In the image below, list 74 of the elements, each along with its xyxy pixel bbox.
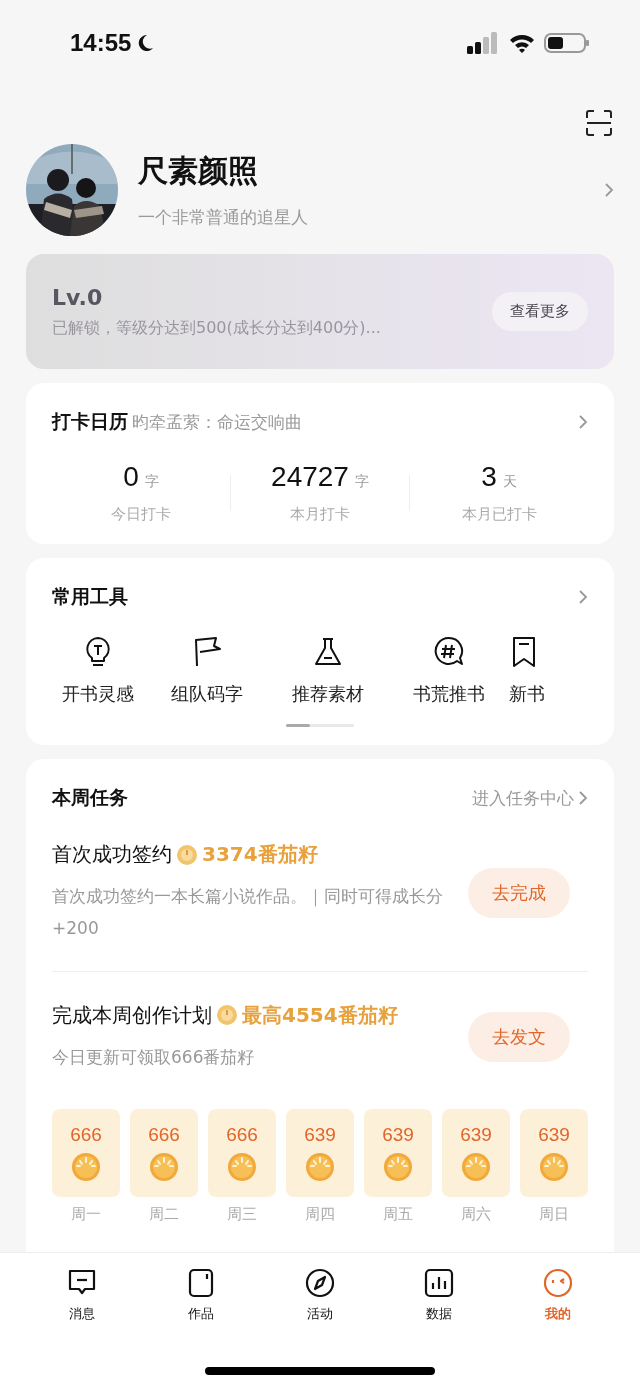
tab-item[interactable]: 消息 — [22, 1267, 142, 1325]
task-description: 首次成功签约一本长篇小说作品。｜同时可得成长分+200 — [52, 885, 444, 941]
coin-icon — [539, 1151, 569, 1182]
coin-icon — [71, 1151, 101, 1182]
view-more-button[interactable]: 查看更多 — [492, 292, 588, 331]
battery-icon — [544, 32, 590, 54]
compass-icon — [304, 1267, 336, 1299]
tool-item[interactable]: 组队码字 — [146, 636, 267, 706]
day-label: 周五 — [383, 1204, 413, 1224]
day-label: 周四 — [305, 1204, 335, 1224]
lightbulb-icon — [83, 636, 113, 668]
tool-item[interactable]: 新书 — [509, 636, 569, 706]
coin-icon — [383, 1151, 413, 1182]
day-reward-amount: 666 — [148, 1123, 180, 1146]
bar-chart-icon — [423, 1267, 456, 1299]
stat-label: 今日打卡 — [111, 505, 171, 524]
tab-item[interactable]: 我的 — [498, 1267, 618, 1325]
card-title: 本周任务 — [52, 785, 128, 810]
stat-unit: 天 — [502, 473, 517, 491]
chevron-right-icon[interactable] — [578, 589, 588, 605]
stat-value: 24727 — [271, 461, 349, 493]
coin-icon — [176, 843, 198, 866]
scroll-indicator — [286, 724, 354, 727]
stat-unit: 字 — [354, 473, 369, 491]
level-title: Lv.0 — [52, 284, 104, 310]
day-reward-amount: 639 — [538, 1123, 570, 1146]
task-title: 完成本周创作计划 — [52, 1001, 212, 1029]
tool-item[interactable]: 书荒推书 — [388, 636, 509, 706]
day-label: 周三 — [227, 1204, 257, 1224]
signal-icon — [466, 32, 500, 54]
day-reward-amount: 639 — [304, 1123, 336, 1146]
day-label: 周二 — [149, 1204, 179, 1224]
stat-unit: 字 — [144, 473, 159, 491]
task-title: 首次成功签约 — [52, 841, 172, 868]
face-icon — [542, 1267, 575, 1299]
stat-value: 3 — [481, 461, 497, 493]
stat-value: 0 — [123, 461, 139, 493]
level-card[interactable]: Lv.0 已解锁，等级分达到500(成长分达到400分)... 查看更多 — [26, 254, 614, 369]
day-label: 周六 — [461, 1204, 491, 1224]
chevron-right-icon[interactable] — [578, 414, 588, 430]
status-time: 14:55 — [70, 29, 132, 57]
coin-icon — [149, 1151, 179, 1182]
task-description: 今日更新可领取666番茄籽 — [52, 1045, 256, 1069]
day-label: 周一 — [71, 1204, 101, 1224]
stat-label: 本月打卡 — [290, 505, 350, 524]
coin-icon — [461, 1151, 491, 1182]
profile-bio: 一个非常普通的追星人 — [138, 206, 309, 229]
task-reward: 最高4554番茄籽 — [242, 1001, 398, 1029]
scan-icon[interactable] — [586, 110, 612, 136]
task-reward: 3374番茄籽 — [202, 841, 318, 868]
coin-icon — [227, 1151, 257, 1182]
flask-icon — [312, 636, 343, 668]
profile-name: 尺素颜照 — [138, 152, 259, 190]
tool-item[interactable]: 开书灵感 — [50, 636, 146, 706]
level-description: 已解锁，等级分达到500(成长分达到400分)... — [52, 317, 382, 339]
day-reward-amount: 639 — [460, 1123, 492, 1146]
wifi-icon — [508, 32, 536, 54]
coin-icon — [216, 1004, 238, 1027]
day-reward-amount: 666 — [226, 1123, 258, 1146]
card-subtitle: 昀牵孟萦：命运交响曲 — [132, 410, 302, 434]
chevron-right-icon[interactable] — [578, 790, 588, 806]
hashtag-bubble-icon — [433, 636, 464, 668]
tab-item[interactable]: 作品 — [141, 1267, 261, 1325]
tool-item[interactable]: 推荐素材 — [267, 636, 388, 706]
tab-item[interactable]: 活动 — [260, 1267, 380, 1325]
day-reward-amount: 666 — [70, 1123, 102, 1146]
card-title: 打卡日历 — [52, 409, 128, 434]
day-label: 周日 — [539, 1204, 569, 1224]
tab-item[interactable]: 数据 — [379, 1267, 499, 1325]
chevron-right-icon[interactable] — [604, 182, 614, 198]
card-title: 常用工具 — [52, 584, 128, 609]
coin-icon — [305, 1151, 335, 1182]
stat-label: 本月已打卡 — [461, 505, 537, 524]
day-reward-amount: 639 — [382, 1123, 414, 1146]
